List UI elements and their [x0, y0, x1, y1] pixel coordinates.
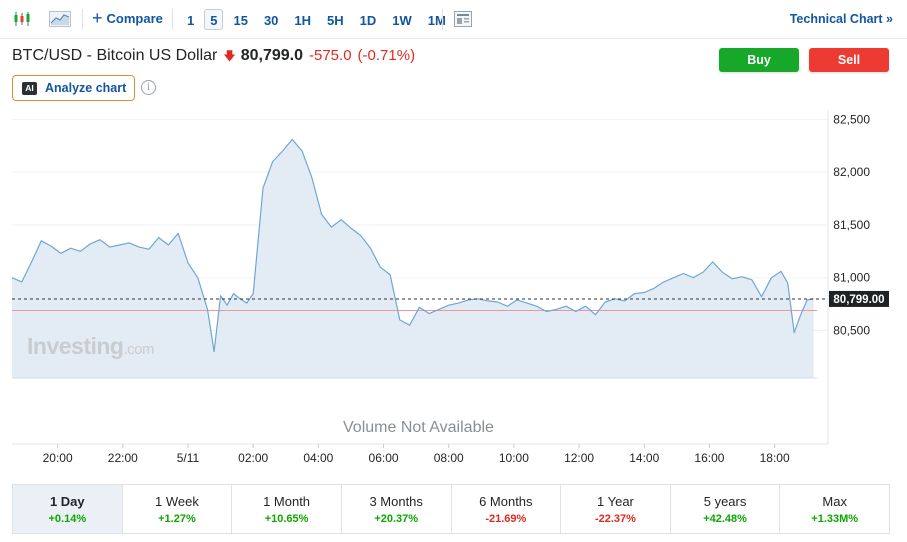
y-tick-label: 81,000 [833, 271, 870, 285]
x-tick-label: 08:00 [434, 451, 464, 465]
period-change: +0.14% [48, 513, 87, 525]
price-change-percent: (-0.71%) [357, 47, 416, 64]
x-tick-label: 04:00 [303, 451, 333, 465]
interval-button-1w[interactable]: 1W [386, 9, 418, 30]
symbol-name: BTC/USD - Bitcoin US Dollar [12, 47, 218, 64]
period-tab[interactable]: Max +1.33M% [780, 485, 889, 533]
price-change: -575.0 [309, 47, 352, 64]
interval-button-1h[interactable]: 1H [288, 9, 317, 30]
y-tick-label: 80,500 [833, 324, 870, 338]
plus-icon: + [92, 7, 103, 28]
period-label: 5 years [703, 494, 747, 509]
chart-toolbar: + Compare 1 5 15 30 1H 5H 1D 1W 1M Technical Cha… [0, 0, 907, 39]
last-price: 80,799.0 [240, 47, 303, 64]
x-tick-label: 16:00 [694, 451, 724, 465]
x-tick-label: 10:00 [499, 451, 529, 465]
y-tick-label: 82,000 [833, 165, 870, 179]
buy-button[interactable]: Buy [719, 48, 799, 72]
sell-button[interactable]: Sell [809, 48, 889, 72]
analyze-chart-label: Analyze chart [45, 81, 127, 95]
period-change: +42.48% [703, 513, 747, 525]
x-tick-label: 12:00 [564, 451, 594, 465]
period-change: +1.33M% [811, 513, 859, 525]
y-tick-label: 82,500 [833, 112, 870, 126]
x-tick-label: 22:00 [108, 451, 138, 465]
x-tick-label: 06:00 [369, 451, 399, 465]
interval-button-5h[interactable]: 5H [321, 9, 350, 30]
period-label: Max [822, 494, 847, 509]
period-label: 1 Month [263, 494, 311, 509]
period-tab[interactable]: 1 Week +1.27% [123, 485, 233, 533]
toolbar-divider [172, 9, 173, 30]
area-chart-icon[interactable] [47, 9, 73, 29]
investing-watermark-logo: Investing.com [27, 333, 154, 360]
interval-selector: 1 5 15 30 1H 5H 1D 1W 1M [181, 9, 456, 30]
x-tick-label: 20:00 [43, 451, 73, 465]
instrument-title: BTC/USD - Bitcoin US Dollar 🡇 80,799.0 -… [12, 47, 421, 68]
y-tick-label: 81,500 [833, 218, 870, 232]
period-tab[interactable]: 1 Day +0.14% [13, 485, 123, 533]
toolbar-divider [442, 9, 443, 30]
down-arrow-icon: 🡇 [223, 49, 236, 63]
period-change: -22.37% [594, 513, 636, 525]
x-tick-label: 02:00 [238, 451, 268, 465]
info-icon[interactable]: i [141, 80, 156, 95]
compare-button[interactable]: + Compare [92, 7, 163, 28]
period-tab[interactable]: 3 Months +20.37% [342, 485, 452, 533]
interval-button-1[interactable]: 1 [181, 9, 200, 30]
last-price-label: 80,799.00 [833, 294, 884, 306]
period-change: -21.69% [485, 513, 527, 525]
news-layout-icon[interactable] [452, 9, 474, 29]
candlestick-icon[interactable] [11, 9, 33, 29]
interval-button-1d[interactable]: 1D [354, 9, 383, 30]
analyze-chart-button[interactable]: AI Analyze chart [12, 75, 135, 101]
watermark-suffix: .com [123, 341, 154, 358]
ai-icon: AI [22, 81, 37, 95]
interval-button-5[interactable]: 5 [204, 9, 224, 30]
x-tick-label: 5/11 [177, 451, 200, 465]
volume-not-available-label: Volume Not Available [343, 419, 494, 436]
compare-label: Compare [106, 11, 163, 26]
interval-button-30[interactable]: 30 [258, 9, 284, 30]
period-change: +1.27% [158, 513, 196, 525]
watermark-brand: Investing [27, 333, 124, 359]
period-tab[interactable]: 5 years +42.48% [671, 485, 781, 533]
interval-button-15[interactable]: 15 [227, 9, 253, 30]
period-label: 1 Year [597, 494, 634, 509]
period-tab[interactable]: 1 Year -22.37% [561, 485, 671, 533]
period-performance-tabs: 1 Day +0.14% 1 Week +1.27% 1 Month +10.65% 3 M… [12, 484, 890, 534]
x-tick-label: 18:00 [760, 451, 790, 465]
period-label: 3 Months [369, 494, 423, 509]
toolbar-divider [82, 9, 83, 30]
x-tick-label: 14:00 [629, 451, 659, 465]
period-tab[interactable]: 1 Month +10.65% [232, 485, 342, 533]
period-tab[interactable]: 6 Months -21.69% [452, 485, 562, 533]
period-label: 6 Months [479, 494, 533, 509]
period-change: +20.37% [374, 513, 419, 525]
technical-chart-link[interactable]: Technical Chart » [790, 12, 893, 26]
period-label: 1 Week [155, 494, 199, 509]
interval-button-1m[interactable]: 1M [422, 9, 452, 30]
period-label: 1 Day [49, 494, 85, 509]
period-change: +10.65% [264, 513, 309, 525]
